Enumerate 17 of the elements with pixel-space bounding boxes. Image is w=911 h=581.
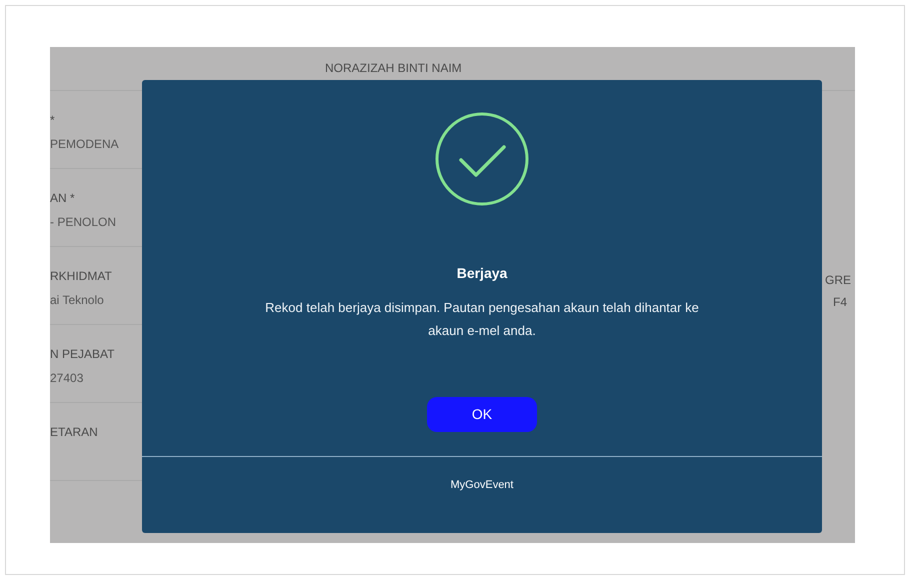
field-label: * [50, 113, 55, 127]
field-label: GRE [825, 272, 852, 289]
dialog-footer: MyGovEvent [142, 456, 822, 494]
field-label: RKHIDMAT [50, 269, 112, 283]
field-label: N PEJABAT [50, 347, 114, 361]
field-label: ETARAN [50, 425, 98, 439]
check-circle-icon [434, 111, 530, 207]
field-value: PEMODENA [50, 136, 119, 153]
field-value: 27403 [50, 370, 84, 387]
field-value: F4 [833, 294, 848, 311]
ok-button[interactable]: OK [427, 397, 537, 432]
dialog-title: Berjaya [456, 264, 508, 283]
field-value: ai Teknolo [50, 292, 104, 309]
dialog-message: Rekod telah berjaya disimpan. Pautan pengesahan akaun telah dihantar ke akaun e-mel anda. [264, 299, 700, 340]
field-value: NORAZIZAH BINTI NAIM [325, 60, 462, 77]
field-value: - PENOLON [50, 214, 116, 231]
field-label: AN * [50, 191, 75, 205]
